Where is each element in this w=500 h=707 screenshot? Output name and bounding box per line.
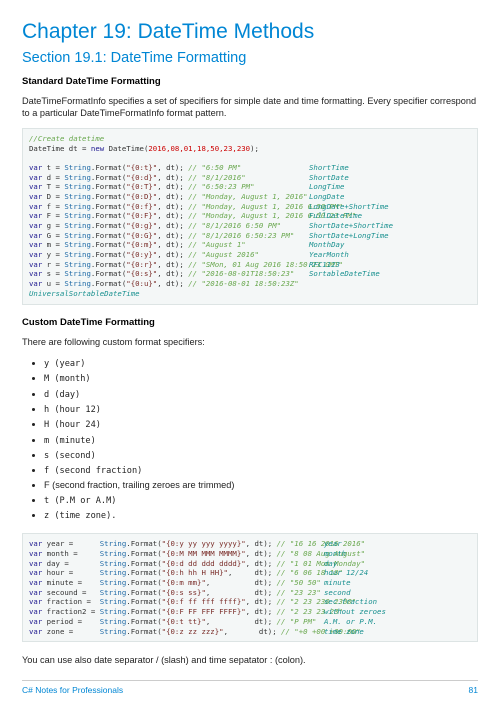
- list-item: t (P.M or A.M): [44, 493, 478, 508]
- list-item: s (second): [44, 448, 478, 463]
- heading-custom: Custom DateTime Formatting: [22, 317, 478, 328]
- list-item: f (second fraction): [44, 463, 478, 478]
- page-footer: C# Notes for Professionals 81: [22, 680, 478, 695]
- separator-paragraph: You can use also date separator / (slash…: [22, 654, 478, 666]
- list-item: d (day): [44, 387, 478, 402]
- list-item: m (minute): [44, 433, 478, 448]
- footer-title: C# Notes for Professionals: [22, 685, 123, 695]
- custom-intro-paragraph: There are following custom format specif…: [22, 336, 478, 348]
- list-item: h (hour 12): [44, 402, 478, 417]
- code-block-custom: var year = String.Format("{0:y yy yyy yy…: [22, 533, 478, 642]
- code-block-standard: //Create datetime DateTime dt = new Date…: [22, 128, 478, 305]
- list-item: z (time zone).: [44, 508, 478, 523]
- list-item: F (second fraction, trailing zeroes are …: [44, 478, 478, 492]
- page-number: 81: [469, 685, 478, 695]
- chapter-title: Chapter 19: DateTime Methods: [22, 20, 478, 44]
- section-title: Section 19.1: DateTime Formatting: [22, 50, 478, 66]
- heading-standard: Standard DateTime Formatting: [22, 76, 478, 87]
- code-comment: //Create datetime: [29, 134, 104, 143]
- list-item: y (year): [44, 356, 478, 371]
- intro-paragraph: DateTimeFormatInfo specifies a set of sp…: [22, 95, 478, 120]
- list-item: H (hour 24): [44, 417, 478, 432]
- specifier-list: y (year) M (month) d (day) h (hour 12) H…: [22, 356, 478, 523]
- list-item: M (month): [44, 371, 478, 386]
